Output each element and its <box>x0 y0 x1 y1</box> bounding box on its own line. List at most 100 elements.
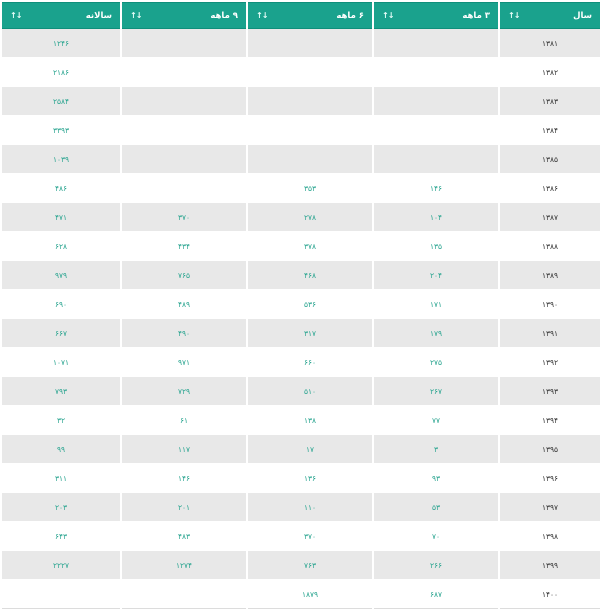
cell-annual: ۳۳۹۳ <box>2 116 120 145</box>
cell-annual <box>2 580 120 609</box>
cell-3-month: ۱۷۱ <box>374 290 498 319</box>
cell-6-month <box>248 87 372 116</box>
cell-annual: ۱۲۴۶ <box>2 29 120 58</box>
cell-9-month: ۷۶۵ <box>122 261 246 290</box>
cell-3-month <box>374 87 498 116</box>
sort-icon[interactable]: ↓↑ <box>256 11 268 20</box>
table-row: ۱۳۹۲ ۲۷۵ ۶۶۰ ۹۷۱ ۱۰۷۱ <box>2 348 600 377</box>
cell-annual: ۲۵۸۴ <box>2 87 120 116</box>
cell-6-month: ۳۷۸ <box>248 232 372 261</box>
cell-6-month <box>248 116 372 145</box>
table-row: ۱۳۸۹ ۲۰۴ ۴۶۸ ۷۶۵ ۹۷۹ <box>2 261 600 290</box>
cell-9-month: ۶۱ <box>122 406 246 435</box>
table-row: ۱۴۰۰ ۶۸۷ ۱۸۷۹ <box>2 580 600 609</box>
cell-6-month: ۳۷۰ <box>248 522 372 551</box>
cell-9-month: ۴۸۳ <box>122 522 246 551</box>
table-row: ۱۳۸۱ ۱۲۴۶ <box>2 29 600 58</box>
cell-annual: ۶۶۷ <box>2 319 120 348</box>
table-row: ۱۳۹۷ ۵۳ ۱۱۰ ۲۰۱ ۲۰۳ <box>2 493 600 522</box>
cell-3-month: ۲۷۵ <box>374 348 498 377</box>
sort-icon[interactable]: ↓↑ <box>130 11 142 20</box>
cell-9-month <box>122 58 246 87</box>
table-row: ۱۳۹۴ ۷۷ ۱۳۸ ۶۱ ۳۲ <box>2 406 600 435</box>
cell-annual: ۳۱۱ <box>2 464 120 493</box>
cell-3-month: ۲۰۴ <box>374 261 498 290</box>
cell-6-month: ۲۷۸ <box>248 203 372 232</box>
table-row: ۱۳۹۳ ۲۶۷ ۵۱۰ ۷۲۹ ۷۹۳ <box>2 377 600 406</box>
column-header-6-month[interactable]: ۶ ماهه ↓↑ <box>248 2 372 29</box>
cell-3-month <box>374 145 498 174</box>
cell-6-month: ۱۳۸ <box>248 406 372 435</box>
cell-year: ۱۳۸۲ <box>500 58 600 87</box>
cell-annual: ۹۹ <box>2 435 120 464</box>
header-row: سال ↓↑ ۳ ماهه ↓↑ ۶ ماهه ↓↑ ۹ ماهه ↓↑ سال… <box>2 2 600 29</box>
cell-9-month: ۷۲۹ <box>122 377 246 406</box>
cell-6-month <box>248 58 372 87</box>
cell-year: ۱۳۹۹ <box>500 551 600 580</box>
cell-3-month: ۶۸۷ <box>374 580 498 609</box>
column-header-annual[interactable]: سالانه ↓↑ <box>2 2 120 29</box>
cell-3-month <box>374 29 498 58</box>
table-row: ۱۳۹۸ ۷۰ ۳۷۰ ۴۸۳ ۶۴۳ <box>2 522 600 551</box>
cell-6-month: ۳۱۷ <box>248 319 372 348</box>
sort-icon[interactable]: ↓↑ <box>10 11 22 20</box>
table-header: سال ↓↑ ۳ ماهه ↓↑ ۶ ماهه ↓↑ ۹ ماهه ↓↑ سال… <box>2 2 600 29</box>
sort-icon[interactable]: ↓↑ <box>382 11 394 20</box>
cell-6-month: ۵۱۰ <box>248 377 372 406</box>
cell-6-month <box>248 29 372 58</box>
cell-6-month: ۱۱۰ <box>248 493 372 522</box>
cell-3-month: ۲۶۷ <box>374 377 498 406</box>
column-header-label: ۳ ماهه <box>462 10 490 21</box>
cell-9-month <box>122 29 246 58</box>
table-row: ۱۳۸۴ ۳۳۹۳ <box>2 116 600 145</box>
cell-year: ۱۳۹۶ <box>500 464 600 493</box>
column-header-9-month[interactable]: ۹ ماهه ↓↑ <box>122 2 246 29</box>
column-header-3-month[interactable]: ۳ ماهه ↓↑ <box>374 2 498 29</box>
column-header-label: ۶ ماهه <box>336 10 364 21</box>
cell-year: ۱۳۹۳ <box>500 377 600 406</box>
cell-9-month: ۲۰۱ <box>122 493 246 522</box>
cell-9-month: ۹۷۱ <box>122 348 246 377</box>
table-body: ۱۳۸۱ ۱۲۴۶ ۱۳۸۲ ۲۱۸۶ ۱۳۸۳ ۲۵۸۴ ۱۳۸۴ ۳۳۹۳ ۱۳۸۵ ۱۰۳۹… <box>2 29 600 609</box>
statistics-table: سال ↓↑ ۳ ماهه ↓↑ ۶ ماهه ↓↑ ۹ ماهه ↓↑ سال… <box>0 2 600 609</box>
data-table-container: سال ↓↑ ۳ ماهه ↓↑ ۶ ماهه ↓↑ ۹ ماهه ↓↑ سال… <box>0 0 600 609</box>
cell-year: ۱۳۸۴ <box>500 116 600 145</box>
cell-6-month: ۳۵۳ <box>248 174 372 203</box>
table-row: ۱۳۸۵ ۱۰۳۹ <box>2 145 600 174</box>
cell-3-month: ۳ <box>374 435 498 464</box>
cell-year: ۱۳۹۵ <box>500 435 600 464</box>
cell-9-month <box>122 116 246 145</box>
cell-annual: ۶۴۳ <box>2 522 120 551</box>
cell-6-month: ۱۷ <box>248 435 372 464</box>
cell-annual: ۶۹۰ <box>2 290 120 319</box>
sort-icon[interactable]: ↓↑ <box>508 11 520 20</box>
cell-6-month: ۴۶۸ <box>248 261 372 290</box>
table-row: ۱۳۹۵ ۳ ۱۷ ۱۱۷ ۹۹ <box>2 435 600 464</box>
cell-3-month: ۲۶۶ <box>374 551 498 580</box>
cell-3-month: ۱۰۴ <box>374 203 498 232</box>
table-row: ۱۳۸۳ ۲۵۸۴ <box>2 87 600 116</box>
cell-annual: ۴۸۶ <box>2 174 120 203</box>
table-row: ۱۳۸۲ ۲۱۸۶ <box>2 58 600 87</box>
cell-annual: ۶۲۸ <box>2 232 120 261</box>
column-header-year[interactable]: سال ↓↑ <box>500 2 600 29</box>
cell-3-month: ۷۷ <box>374 406 498 435</box>
column-header-label: سالانه <box>85 10 112 21</box>
table-row: ۱۳۹۹ ۲۶۶ ۷۶۳ ۱۲۷۴ ۲۲۲۷ <box>2 551 600 580</box>
cell-3-month <box>374 58 498 87</box>
cell-3-month: ۹۳ <box>374 464 498 493</box>
cell-year: ۱۳۸۳ <box>500 87 600 116</box>
column-header-label: ۹ ماهه <box>210 10 238 21</box>
cell-9-month: ۴۹۰ <box>122 319 246 348</box>
cell-6-month: ۷۶۳ <box>248 551 372 580</box>
cell-9-month: ۱۱۷ <box>122 435 246 464</box>
cell-6-month <box>248 145 372 174</box>
cell-3-month <box>374 116 498 145</box>
cell-year: ۱۳۹۱ <box>500 319 600 348</box>
cell-3-month: ۷۰ <box>374 522 498 551</box>
cell-6-month: ۱۸۷۹ <box>248 580 372 609</box>
cell-9-month: ۱۲۷۴ <box>122 551 246 580</box>
cell-9-month: ۴۳۴ <box>122 232 246 261</box>
cell-year: ۱۳۸۵ <box>500 145 600 174</box>
cell-year: ۱۳۹۲ <box>500 348 600 377</box>
